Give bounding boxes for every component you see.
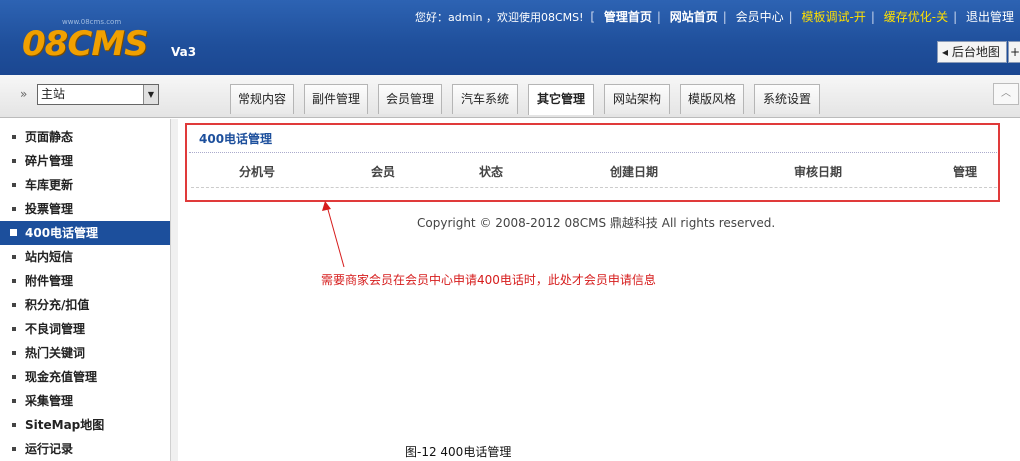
annotation-arrow-icon [322,201,345,268]
annotation-text: 需要商家会员在会员中心申请400电话时，此处才会员申请信息 [321,273,656,287]
figure-caption: 图-12 400电话管理 [405,445,512,459]
